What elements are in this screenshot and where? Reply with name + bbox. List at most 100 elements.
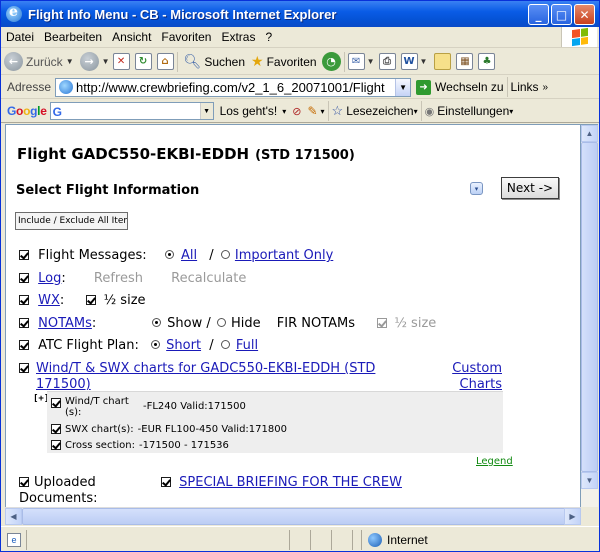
flight-messages-checkbox[interactable] — [19, 250, 29, 260]
close-button[interactable]: ✕ — [574, 4, 595, 25]
autofill-icon[interactable]: ✎ — [307, 104, 317, 118]
minimize-button[interactable]: _ — [528, 4, 549, 25]
messages-important-link[interactable]: Important Only — [235, 248, 333, 263]
standard-toolbar: ← Zurück ▼ → ▼ ✕ ↻ ⌂ 🔍︎ Suchen ★ Favorit… — [1, 49, 599, 75]
chart-row-swx-checkbox[interactable] — [51, 424, 61, 434]
links-chevron-icon[interactable]: » — [543, 82, 549, 93]
messages-all-radio[interactable] — [164, 250, 174, 259]
special-briefing-checkbox[interactable] — [161, 477, 171, 487]
chart-row-windt-checkbox[interactable] — [51, 398, 61, 408]
flight-messages-row: Flight Messages: All / Important Only — [19, 248, 333, 263]
notams-show-radio[interactable] — [152, 318, 161, 327]
include-exclude-button[interactable]: Include / Exclude All Items — [15, 212, 128, 230]
scroll-up-icon[interactable]: ▲ — [581, 125, 598, 142]
refresh-icon[interactable]: ↻ — [134, 53, 152, 70]
home-icon[interactable]: ⌂ — [156, 53, 174, 70]
address-url[interactable]: http://www.crewbriefing.com/v2_1_6_20071… — [76, 80, 385, 95]
notams-link[interactable]: NOTAMs — [38, 316, 92, 331]
address-dropdown-icon[interactable]: ▼ — [395, 78, 411, 96]
word-edit-icon[interactable]: W — [400, 53, 418, 70]
notams-half-size-checkbox — [377, 318, 388, 328]
stop-icon[interactable]: ✕ — [112, 53, 130, 70]
messages-important-radio[interactable] — [220, 250, 230, 259]
edit-dropdown-icon[interactable]: ▼ — [420, 57, 428, 66]
vertical-scrollbar[interactable]: ▲ ▼ — [581, 124, 598, 524]
chart-row-cross-checkbox[interactable] — [51, 440, 61, 450]
bookmarks-dropdown-icon[interactable]: ▾ — [414, 107, 418, 116]
search-button[interactable]: 🔍︎ Suchen — [181, 50, 248, 74]
wx-checkbox[interactable] — [19, 295, 29, 305]
autofill-dropdown-icon[interactable]: ▾ — [321, 107, 325, 116]
next-button[interactable]: Next -> — [501, 177, 559, 199]
research-icon[interactable]: ▦ — [456, 53, 474, 70]
toolbar-separator — [176, 51, 178, 72]
messages-all-link[interactable]: All — [181, 248, 197, 263]
atc-short-link[interactable]: Short — [166, 338, 201, 353]
mail-dropdown-icon[interactable]: ▼ — [367, 57, 375, 66]
messenger-icon[interactable]: ♣ — [478, 53, 496, 70]
go-button[interactable]: Wechseln zu — [435, 80, 503, 94]
horizontal-scrollbar[interactable]: ◀ ▶ — [5, 507, 581, 525]
go-arrow-icon[interactable]: ➜ — [416, 79, 432, 95]
log-checkbox[interactable] — [19, 273, 29, 283]
windt-checkbox[interactable] — [19, 363, 29, 373]
menu-datei[interactable]: Datei — [1, 30, 39, 44]
log-colon: : — [61, 271, 66, 286]
scroll-down-icon[interactable]: ▼ — [581, 472, 598, 489]
google-go-button[interactable]: Los geht's! — [220, 104, 278, 118]
settings-button[interactable]: Einstellungen — [437, 104, 509, 118]
section-title: Select Flight Information — [16, 183, 200, 198]
back-arrow-icon: ← — [4, 52, 23, 71]
notams-checkbox[interactable] — [19, 318, 29, 328]
atc-flight-plan-row: ATC Flight Plan: Short / Full — [19, 338, 258, 353]
history-icon[interactable]: ◔ — [321, 52, 341, 71]
uploaded-docs-checkbox[interactable] — [19, 477, 29, 487]
forward-dropdown-icon[interactable]: ▼ — [102, 57, 110, 66]
legend-link[interactable]: Legend — [476, 456, 513, 467]
notams-hide-radio[interactable] — [216, 318, 226, 327]
links-button[interactable]: Links — [511, 80, 539, 94]
custom-charts-link[interactable]: Custom Charts — [450, 361, 502, 393]
print-icon[interactable]: ⎙ — [378, 53, 396, 70]
bookmarks-button[interactable]: Lesezeichen — [346, 104, 413, 118]
log-link[interactable]: Log — [38, 271, 61, 286]
atc-short-radio[interactable] — [151, 340, 161, 349]
vertical-scroll-thumb[interactable] — [581, 142, 598, 472]
atc-full-link[interactable]: Full — [236, 338, 258, 353]
settings-dropdown-icon[interactable]: ▾ — [509, 107, 513, 116]
mail-icon[interactable]: ✉ — [347, 53, 365, 70]
collapse-icon[interactable]: ▾ — [470, 182, 483, 195]
menu-extras[interactable]: Extras — [216, 30, 260, 44]
forward-button[interactable]: → ▼ — [77, 50, 113, 74]
search-label: Suchen — [204, 54, 246, 69]
menu-ansicht[interactable]: Ansicht — [107, 30, 156, 44]
address-input[interactable]: http://www.crewbriefing.com/v2_1_6_20071… — [55, 77, 412, 97]
page-title: Flight GADC550-EKBI-EDDH (STD 171500) — [17, 145, 355, 163]
menu-bearbeiten[interactable]: Bearbeiten — [39, 30, 107, 44]
scroll-left-icon[interactable]: ◀ — [5, 508, 22, 525]
special-briefing-link[interactable]: SPECIAL BRIEFING FOR THE CREW — [179, 475, 402, 490]
scroll-right-icon[interactable]: ▶ — [564, 508, 581, 525]
back-dropdown-icon[interactable]: ▼ — [66, 57, 74, 66]
google-go-dropdown-icon[interactable]: ▾ — [282, 107, 286, 116]
log-row: Log: Refresh Recalculate — [19, 271, 246, 286]
chart-row-windt-value: -FL240 Valid:171500 — [143, 401, 246, 412]
title-bar[interactable]: Flight Info Menu - CB - Microsoft Intern… — [1, 1, 599, 27]
menu-help[interactable]: ? — [260, 30, 277, 44]
atc-flight-plan-checkbox[interactable] — [19, 340, 29, 350]
wx-half-size-checkbox[interactable] — [86, 295, 97, 305]
maximize-button[interactable]: □ — [551, 4, 572, 25]
google-search-input[interactable]: G ▼ — [49, 102, 214, 120]
atc-full-radio[interactable] — [220, 340, 230, 349]
uploaded-label-line1: Uploaded — [34, 475, 96, 490]
google-search-dropdown-icon[interactable]: ▼ — [199, 103, 213, 119]
menu-favoriten[interactable]: Favoriten — [156, 30, 216, 44]
favorites-button[interactable]: ★ Favoriten — [248, 50, 320, 74]
windt-charts-link[interactable]: Wind/T & SWX charts for GADC550-EKBI-EDD… — [36, 361, 375, 393]
internet-zone-label: Internet — [387, 532, 428, 547]
wx-link[interactable]: WX — [38, 293, 60, 308]
back-button[interactable]: ← Zurück ▼ — [1, 50, 77, 74]
horizontal-scroll-thumb[interactable] — [22, 508, 566, 525]
popup-blocker-icon[interactable]: ⊘ — [292, 105, 301, 118]
notes-icon[interactable] — [434, 53, 452, 70]
